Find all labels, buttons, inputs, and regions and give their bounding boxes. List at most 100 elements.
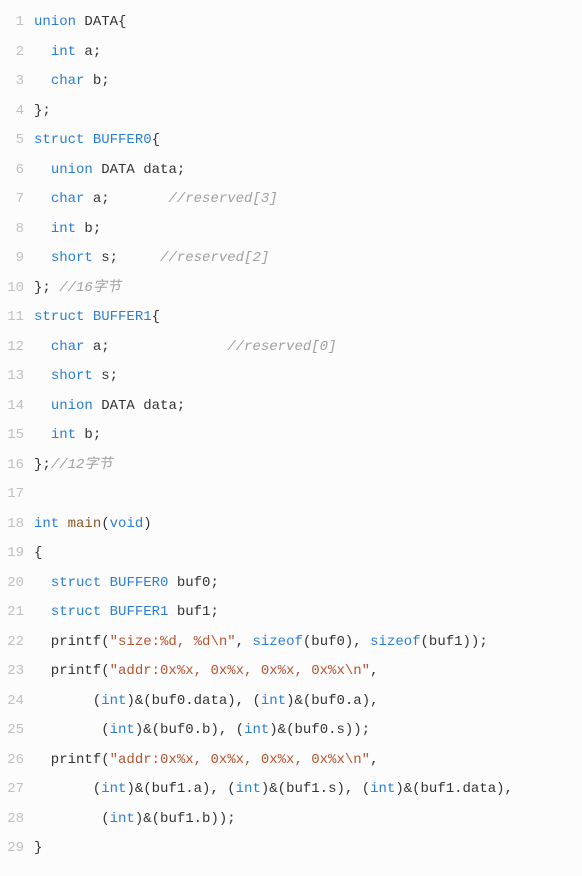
token-kw: struct: [34, 309, 84, 325]
code-line: int b;: [34, 421, 582, 451]
token-kw: int: [51, 427, 76, 443]
token-type: BUFFER1: [110, 604, 169, 620]
token-str: "addr:0x%x, 0x%x, 0x%x, 0x%x\n": [110, 752, 370, 768]
code-line: union DATA{: [34, 8, 582, 38]
token-kw: union: [34, 14, 76, 30]
token-pl: )&(buf1.data),: [395, 781, 513, 797]
token-pl: [34, 221, 51, 237]
token-type: BUFFER0: [93, 132, 152, 148]
code-line: (int)&(buf1.a), (int)&(buf1.s), (int)&(b…: [34, 775, 582, 805]
token-kw: int: [236, 781, 261, 797]
token-pl: (: [34, 811, 110, 827]
token-pl: DATA data;: [93, 162, 185, 178]
line-number: 14: [0, 392, 24, 422]
token-pl: [34, 162, 51, 178]
code-line: [34, 480, 582, 510]
token-kw: int: [110, 722, 135, 738]
line-number: 29: [0, 834, 24, 864]
token-fn: main: [68, 516, 102, 532]
token-pl: [59, 516, 67, 532]
token-pl: }: [34, 840, 42, 856]
token-str: "addr:0x%x, 0x%x, 0x%x, 0x%x\n": [110, 663, 370, 679]
line-number: 24: [0, 687, 24, 717]
token-pl: )&(buf0.s));: [269, 722, 370, 738]
line-number: 27: [0, 775, 24, 805]
token-pl: ,: [370, 663, 378, 679]
token-pl: [101, 604, 109, 620]
code-line: };: [34, 97, 582, 127]
line-number: 5: [0, 126, 24, 156]
token-pl: [34, 575, 51, 591]
token-pl: [84, 132, 92, 148]
token-pl: printf(: [34, 752, 110, 768]
token-pl: a;: [76, 44, 101, 60]
token-pl: [34, 427, 51, 443]
code-line: struct BUFFER0 buf0;: [34, 569, 582, 599]
code-line: printf("addr:0x%x, 0x%x, 0x%x, 0x%x\n",: [34, 746, 582, 776]
token-kw: short: [51, 250, 93, 266]
token-kw: int: [244, 722, 269, 738]
token-pl: s;: [93, 250, 160, 266]
token-pl: )&(buf0.a),: [286, 693, 378, 709]
token-pl: [34, 73, 51, 89]
token-pl: [84, 309, 92, 325]
token-pl: [34, 191, 51, 207]
token-kw: union: [51, 398, 93, 414]
token-pl: DATA data;: [93, 398, 185, 414]
token-kw: int: [110, 811, 135, 827]
token-pl: ,: [370, 752, 378, 768]
token-pl: (buf1));: [421, 634, 488, 650]
token-pl: )&(buf1.b));: [135, 811, 236, 827]
token-pl: ,: [236, 634, 253, 650]
token-pl: };: [34, 103, 51, 119]
code-line: char a; //reserved[3]: [34, 185, 582, 215]
token-kw: union: [51, 162, 93, 178]
token-pl: };: [34, 280, 59, 296]
token-pl: {: [152, 132, 160, 148]
code-line: short s; //reserved[2]: [34, 244, 582, 274]
token-kw: int: [34, 516, 59, 532]
token-cmt: //reserved[0]: [227, 339, 336, 355]
line-number: 7: [0, 185, 24, 215]
token-pl: )&(buf0.b), (: [135, 722, 244, 738]
code-line: struct BUFFER0{: [34, 126, 582, 156]
code-line: (int)&(buf1.b));: [34, 805, 582, 835]
token-pl: a;: [84, 339, 227, 355]
token-type: BUFFER1: [93, 309, 152, 325]
code-line: printf("size:%d, %d\n", sizeof(buf0), si…: [34, 628, 582, 658]
token-pl: {: [152, 309, 160, 325]
code-line: struct BUFFER1 buf1;: [34, 598, 582, 628]
line-number: 17: [0, 480, 24, 510]
code-line: char a; //reserved[0]: [34, 333, 582, 363]
code-line: union DATA data;: [34, 156, 582, 186]
token-cmt: //16字节: [59, 280, 121, 296]
token-pl: b;: [84, 73, 109, 89]
token-kw: struct: [34, 132, 84, 148]
token-str: "size:%d, %d\n": [110, 634, 236, 650]
token-pl: [34, 250, 51, 266]
token-pl: [34, 604, 51, 620]
token-kw: int: [51, 221, 76, 237]
token-pl: [34, 339, 51, 355]
token-kw: int: [101, 693, 126, 709]
token-pl: buf0;: [168, 575, 218, 591]
token-pl: )&(buf1.s), (: [261, 781, 370, 797]
token-kw: int: [370, 781, 395, 797]
token-pl: )&(buf1.a), (: [126, 781, 235, 797]
token-pl: (buf0),: [303, 634, 370, 650]
line-number: 2: [0, 38, 24, 68]
token-kw: struct: [51, 575, 101, 591]
token-kw: int: [51, 44, 76, 60]
token-pl: (: [101, 516, 109, 532]
code-content: union DATA{ int a; char b;}; struct BUFFE…: [34, 8, 582, 864]
line-number: 12: [0, 333, 24, 363]
token-pl: b;: [76, 221, 101, 237]
line-number: 21: [0, 598, 24, 628]
line-number: 19: [0, 539, 24, 569]
line-number: 23: [0, 657, 24, 687]
token-pl: [34, 368, 51, 384]
line-number: 9: [0, 244, 24, 274]
token-kw: char: [51, 339, 85, 355]
code-block: 1234567891011121314151617181920212223242…: [0, 8, 582, 864]
token-kw: char: [51, 191, 85, 207]
